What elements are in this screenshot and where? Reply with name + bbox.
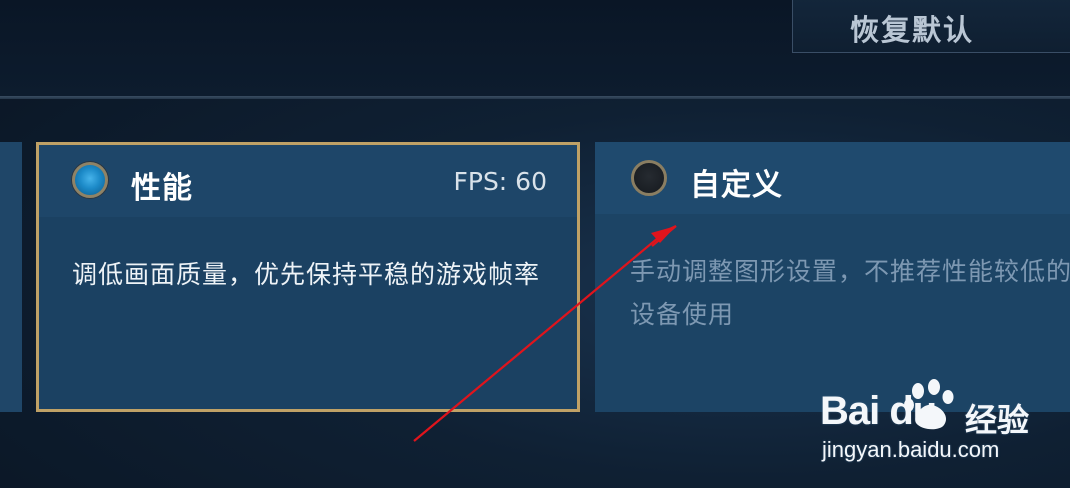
custom-description: 手动调整图形设置，不推荐性能较低的设备使用 bbox=[630, 257, 1070, 329]
custom-title: 自定义 bbox=[690, 168, 783, 203]
partial-option-card[interactable] bbox=[0, 142, 22, 412]
performance-title: 性能 bbox=[131, 171, 193, 206]
performance-option-card[interactable]: 性能 FPS: 60 调低画面质量，优先保持平稳的游戏帧率 bbox=[36, 142, 580, 412]
top-divider bbox=[0, 96, 1070, 99]
baidu-jingyan-watermark: Bai du 经验 jingyan.baidu.com bbox=[820, 375, 1050, 470]
baidu-paw-icon bbox=[904, 379, 954, 430]
fps-label: FPS: 60 bbox=[453, 167, 547, 196]
performance-description: 调低画面质量，优先保持平稳的游戏帧率 bbox=[72, 260, 541, 289]
restore-default-button[interactable]: 恢复默认 bbox=[792, 0, 1070, 53]
custom-option-card[interactable]: 自定义 手动调整图形设置，不推荐性能较低的设备使用 bbox=[595, 142, 1070, 412]
restore-default-label: 恢复默认 bbox=[849, 12, 974, 47]
custom-radio-unselected-icon[interactable] bbox=[631, 160, 667, 196]
watermark-url: jingyan.baidu.com bbox=[822, 437, 1000, 462]
performance-radio-selected-icon[interactable] bbox=[72, 162, 108, 198]
watermark-brand-cn: 经验 bbox=[965, 401, 1030, 439]
